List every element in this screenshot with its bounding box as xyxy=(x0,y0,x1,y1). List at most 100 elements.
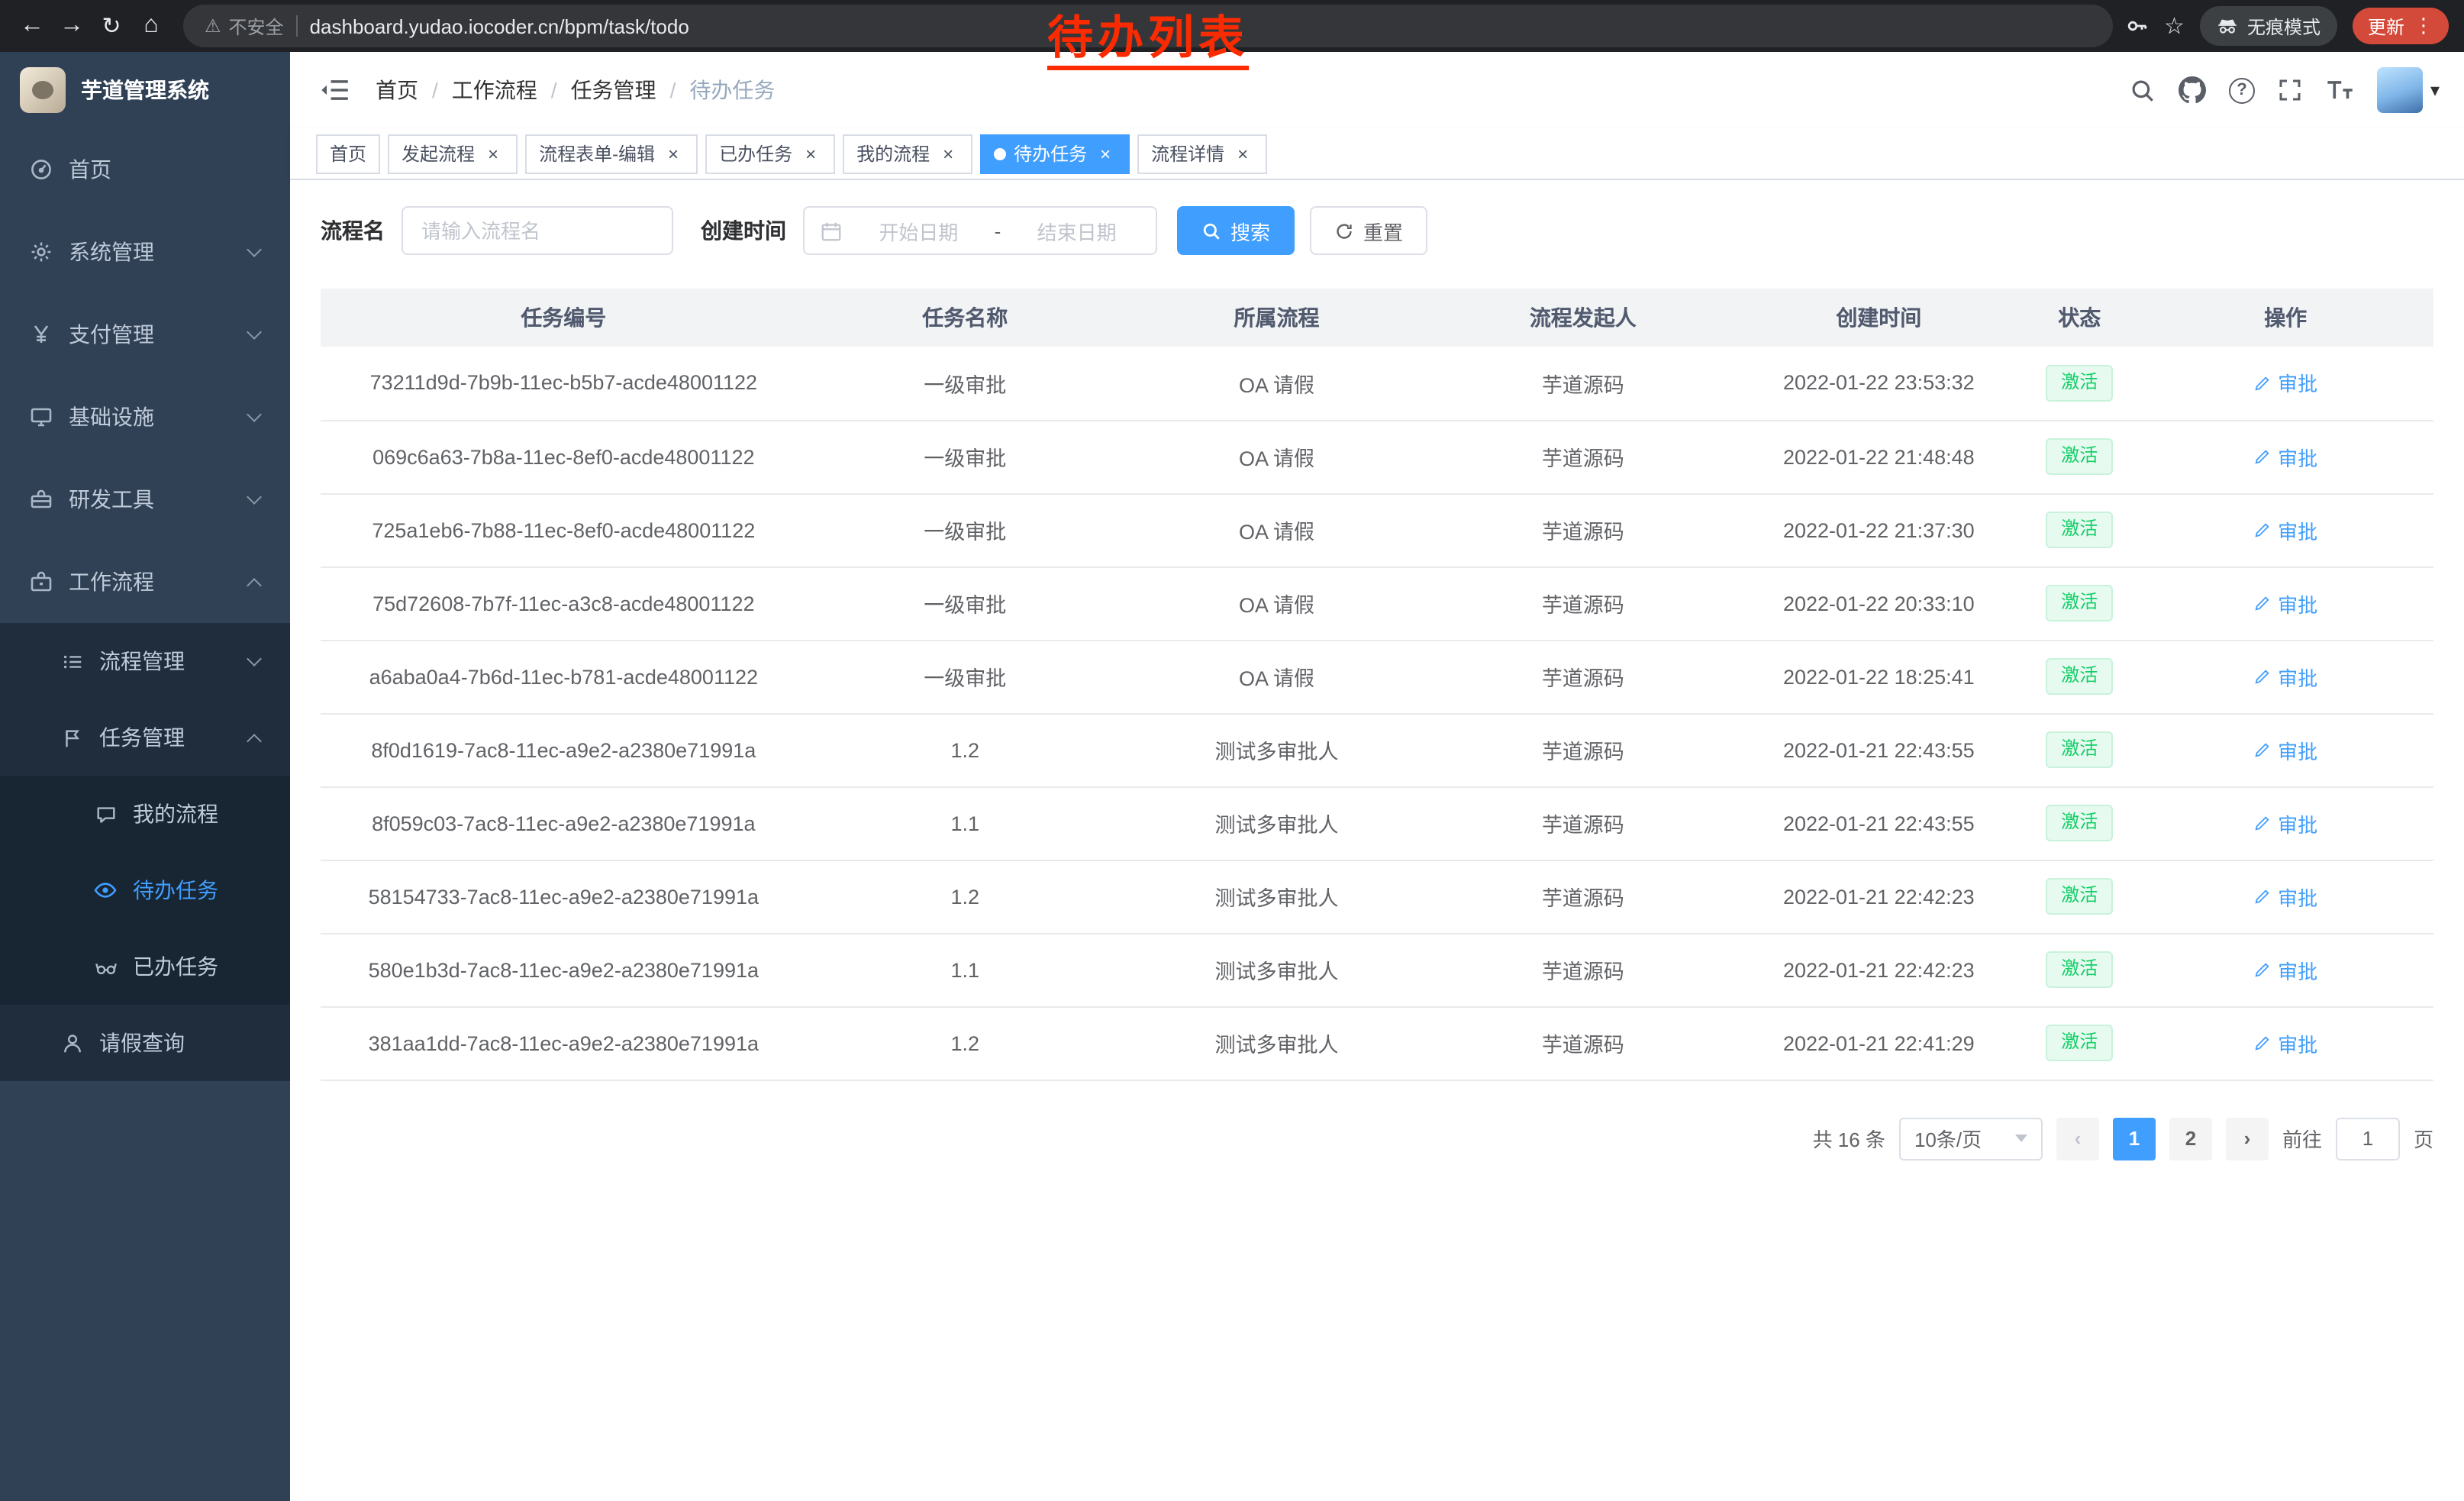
close-icon[interactable]: × xyxy=(800,143,821,164)
sidebar-item-task-management[interactable]: 任务管理 xyxy=(0,699,290,776)
sidebar-item-label: 已办任务 xyxy=(133,951,218,982)
sidebar-item-system[interactable]: 系统管理 xyxy=(0,211,290,293)
sidebar-item-my-process[interactable]: 我的流程 xyxy=(0,776,290,852)
toolbox-icon xyxy=(27,487,55,512)
chevron-up-icon xyxy=(247,734,262,749)
approve-link[interactable]: 审批 xyxy=(2253,442,2317,471)
sidebar-item-payment[interactable]: 支付管理 xyxy=(0,293,290,376)
briefcase-icon xyxy=(27,570,55,594)
col-task-name: 任务名称 xyxy=(807,289,1124,347)
approve-link[interactable]: 审批 xyxy=(2253,955,2317,984)
sidebar-item-devtools[interactable]: 研发工具 xyxy=(0,458,290,541)
breadcrumb-task-management[interactable]: 任务管理 xyxy=(571,75,656,105)
sidebar-item-done-tasks[interactable]: 已办任务 xyxy=(0,928,290,1005)
approve-link[interactable]: 审批 xyxy=(2253,882,2317,911)
table-row: 069c6a63-7b8a-11ec-8ef0-acde48001122 一级审… xyxy=(321,420,2433,493)
tab-home[interactable]: 首页 xyxy=(316,134,380,173)
col-task-id: 任务编号 xyxy=(321,289,807,347)
date-range-picker[interactable]: 开始日期 - 结束日期 xyxy=(803,206,1157,255)
list-icon xyxy=(58,650,85,673)
approve-link[interactable]: 审批 xyxy=(2253,515,2317,544)
close-icon[interactable]: × xyxy=(937,143,959,164)
date-separator: - xyxy=(995,219,1001,242)
status-badge: 激活 xyxy=(2046,805,2113,841)
sidebar-item-todo-tasks[interactable]: 待办任务 xyxy=(0,852,290,928)
tab-done-tasks[interactable]: 已办任务 × xyxy=(705,134,835,173)
tab-start-process[interactable]: 发起流程 × xyxy=(388,134,518,173)
goto-page-input[interactable] xyxy=(2336,1117,2400,1160)
page-button-1[interactable]: 1 xyxy=(2113,1117,2156,1160)
eye-icon xyxy=(92,878,119,902)
sidebar-item-label: 首页 xyxy=(69,154,111,185)
sidebar-item-workflow[interactable]: 工作流程 xyxy=(0,541,290,623)
cell-task-name: 1.2 xyxy=(807,1006,1124,1080)
pencil-icon xyxy=(2253,960,2272,979)
sidebar-item-label: 我的流程 xyxy=(133,799,218,829)
close-icon[interactable]: × xyxy=(1095,143,1116,164)
page-size-select[interactable]: 10条/页 xyxy=(1899,1117,2043,1160)
app-logo-row[interactable]: 芋道管理系统 xyxy=(0,52,290,128)
table-row: 580e1b3d-7ac8-11ec-a9e2-a2380e71991a 1.1… xyxy=(321,933,2433,1006)
tab-todo-tasks[interactable]: 待办任务 × xyxy=(980,134,1130,173)
approve-link[interactable]: 审批 xyxy=(2253,809,2317,838)
browser-update-button[interactable]: 更新 ⋮ xyxy=(2353,8,2449,44)
approve-link[interactable]: 审批 xyxy=(2253,735,2317,764)
search-button[interactable]: 搜索 xyxy=(1177,206,1295,255)
address-bar[interactable]: ⚠ 不安全 dashboard.yudao.iocoder.cn/bpm/tas… xyxy=(183,5,2112,47)
close-icon[interactable]: × xyxy=(663,143,684,164)
fullscreen-icon[interactable] xyxy=(2278,78,2302,102)
app-logo xyxy=(20,67,66,113)
chat-icon xyxy=(92,802,119,825)
cell-process: 测试多审批人 xyxy=(1124,713,1430,786)
search-icon[interactable] xyxy=(2130,77,2156,103)
breadcrumb: 首页 / 工作流程 / 任务管理 / 待办任务 xyxy=(376,75,775,105)
sidebar-item-label: 请假查询 xyxy=(99,1028,185,1058)
approve-link[interactable]: 审批 xyxy=(2253,369,2317,398)
sidebar-item-process-management[interactable]: 流程管理 xyxy=(0,623,290,699)
avatar[interactable] xyxy=(2377,67,2423,113)
tab-my-process[interactable]: 我的流程 × xyxy=(843,134,972,173)
page-button-2[interactable]: 2 xyxy=(2169,1117,2212,1160)
key-extension-icon[interactable] xyxy=(2124,14,2149,38)
browser-reload-button[interactable]: ↻ xyxy=(92,6,131,46)
breadcrumb-workflow[interactable]: 工作流程 xyxy=(452,75,537,105)
help-icon[interactable]: ? xyxy=(2229,77,2255,103)
browser-forward-button[interactable]: → xyxy=(52,6,92,46)
sidebar-item-leave-query[interactable]: 请假查询 xyxy=(0,1005,290,1081)
browser-home-button[interactable]: ⌂ xyxy=(131,6,171,46)
cell-created: 2022-01-22 21:48:48 xyxy=(1737,420,2022,493)
tab-process-detail[interactable]: 流程详情 × xyxy=(1137,134,1267,173)
user-menu[interactable]: ▾ xyxy=(2377,67,2440,113)
font-size-icon[interactable] xyxy=(2325,78,2354,102)
tab-form-edit[interactable]: 流程表单-编辑 × xyxy=(525,134,698,173)
chrome-right-cluster: ☆ 无痕模式 更新 ⋮ xyxy=(2124,6,2452,46)
dashboard-icon xyxy=(27,157,55,182)
browser-back-button[interactable]: ← xyxy=(12,6,52,46)
breadcrumb-home[interactable]: 首页 xyxy=(376,75,418,105)
calendar-icon xyxy=(820,219,843,242)
cell-process: OA 请假 xyxy=(1124,493,1430,567)
close-icon[interactable]: × xyxy=(482,143,504,164)
browser-menu-icon[interactable]: ⋮ xyxy=(2414,14,2433,38)
cell-task-id: 8f0d1619-7ac8-11ec-a9e2-a2380e71991a xyxy=(321,713,807,786)
sidebar-item-home[interactable]: 首页 xyxy=(0,128,290,211)
cell-process: 测试多审批人 xyxy=(1124,860,1430,933)
approve-link[interactable]: 审批 xyxy=(2253,662,2317,691)
prev-page-button[interactable]: ‹ xyxy=(2056,1117,2099,1160)
sidebar-item-infrastructure[interactable]: 基础设施 xyxy=(0,376,290,458)
github-icon[interactable] xyxy=(2179,76,2206,104)
close-icon[interactable]: × xyxy=(1232,143,1253,164)
sidebar-collapse-icon[interactable] xyxy=(314,70,354,110)
pagination-total: 共 16 条 xyxy=(1813,1124,1885,1153)
approve-link[interactable]: 审批 xyxy=(2253,1028,2317,1057)
bookmark-star-icon[interactable]: ☆ xyxy=(2164,12,2185,40)
reset-button[interactable]: 重置 xyxy=(1310,206,1427,255)
approve-link[interactable]: 审批 xyxy=(2253,589,2317,618)
cell-initiator: 芋道源码 xyxy=(1430,347,1736,420)
cell-process: OA 请假 xyxy=(1124,567,1430,640)
security-indicator[interactable]: ⚠ 不安全 xyxy=(205,13,284,39)
cell-process: 测试多审批人 xyxy=(1124,1006,1430,1080)
process-name-input[interactable] xyxy=(402,206,673,255)
next-page-button[interactable]: › xyxy=(2226,1117,2269,1160)
cell-initiator: 芋道源码 xyxy=(1430,786,1736,860)
